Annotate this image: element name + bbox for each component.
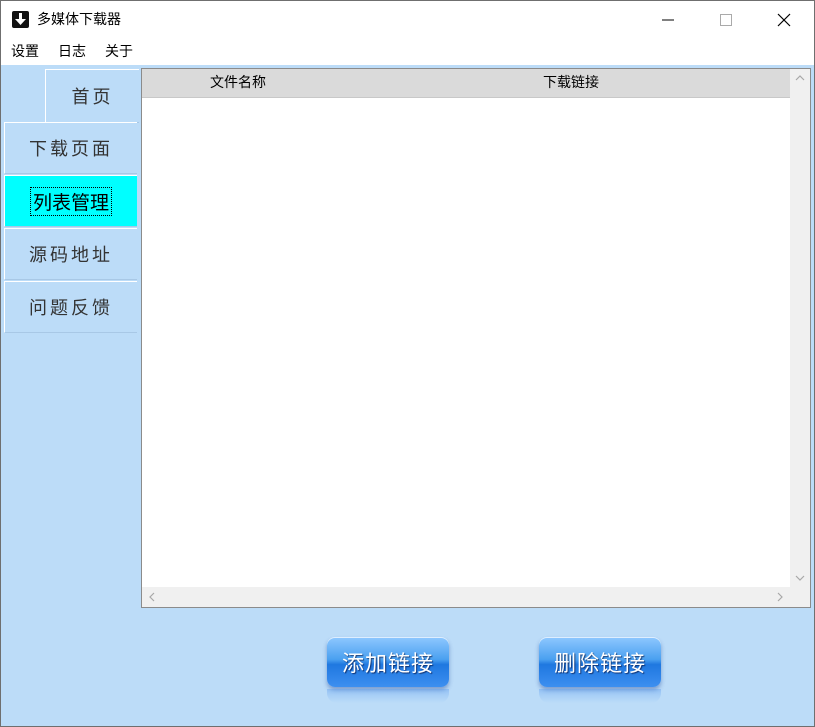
vertical-scrollbar[interactable] [790,69,810,587]
delete-link-button-reflection [539,689,661,703]
menu-bar: 设置 日志 关于 [1,39,814,65]
client-area: 首页 下载页面 列表管理 源码地址 问题反馈 文件名称 下载链接 添加链接 删除… [1,65,814,726]
tab-source-code-label: 源码地址 [29,245,113,266]
maximize-icon [720,14,732,26]
add-link-button[interactable]: 添加链接 [327,637,449,687]
link-list-view[interactable]: 文件名称 下载链接 [141,68,811,608]
close-icon [777,13,791,27]
column-header-download-link[interactable]: 下载链接 [543,74,599,92]
app-window: 多媒体下载器 设置 日志 关于 首页 下载页面 列表管理 源码地址 问题反馈 文… [0,0,815,727]
tab-source-code[interactable]: 源码地址 [4,228,137,280]
scrollbar-corner [790,587,810,607]
tab-list-management-label: 列表管理 [29,186,113,216]
tab-home-label: 首页 [71,87,114,108]
add-link-label: 添加链接 [341,652,434,677]
tab-feedback-label: 问题反馈 [29,298,113,319]
horizontal-scrollbar[interactable] [142,587,790,607]
scroll-up-icon[interactable] [795,74,805,82]
menu-about[interactable]: 关于 [105,42,133,62]
title-bar[interactable]: 多媒体下载器 [1,1,814,39]
menu-settings[interactable]: 设置 [11,42,39,62]
add-link-button-reflection [327,689,449,703]
scroll-right-icon[interactable] [776,592,784,602]
minimize-button[interactable] [639,1,697,39]
tab-list-management[interactable]: 列表管理 [4,175,137,227]
delete-link-button[interactable]: 删除链接 [539,637,661,687]
column-header-filename[interactable]: 文件名称 [210,74,266,92]
maximize-button[interactable] [697,1,755,39]
tab-download-page[interactable]: 下载页面 [4,122,137,174]
window-title: 多媒体下载器 [37,12,121,28]
close-button[interactable] [755,1,813,39]
tab-home[interactable]: 首页 [45,69,139,123]
delete-link-label: 删除链接 [553,652,646,677]
tab-feedback[interactable]: 问题反馈 [4,281,137,333]
menu-log[interactable]: 日志 [58,42,86,62]
tab-download-page-label: 下载页面 [29,139,113,160]
download-arrow-icon [12,11,29,28]
list-header: 文件名称 下载链接 [142,69,790,98]
scroll-left-icon[interactable] [148,592,156,602]
scroll-down-icon[interactable] [795,574,805,582]
minimize-icon [662,19,674,21]
